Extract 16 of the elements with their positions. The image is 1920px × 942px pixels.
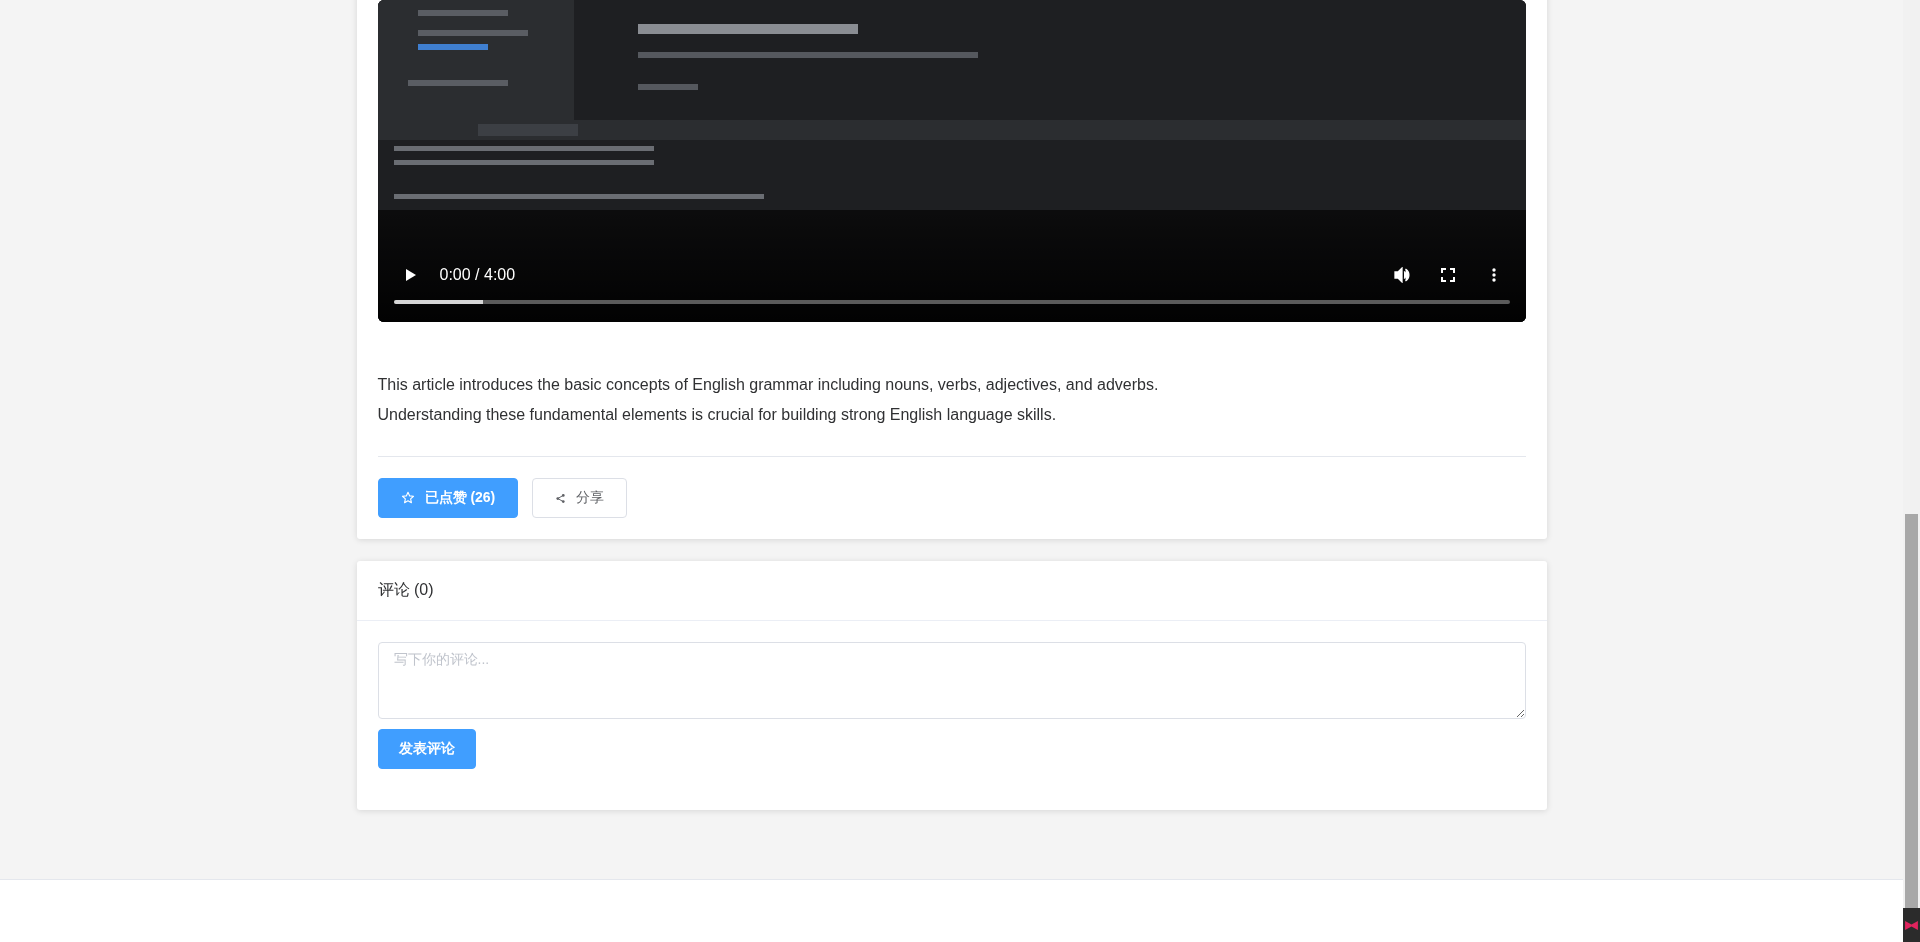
bowtie-icon (1904, 919, 1919, 931)
share-icon (555, 492, 567, 504)
star-icon (400, 491, 415, 505)
article-paragraph: Understanding these fundamental elements is crucial for building strong English language skills. (377, 405, 1058, 425)
fullscreen-icon[interactable] (1439, 267, 1456, 283)
article-paragraph: This article introduces the basic concepts of English grammar including nouns, verbs, adjectives, and adverbs. (377, 375, 1160, 395)
video-time: 0:00 / 4:00 (439, 266, 516, 284)
post-comment-button[interactable]: 发表评论 (377, 729, 476, 769)
share-button[interactable]: 分享 (532, 478, 628, 518)
corner-badge[interactable] (1903, 908, 1920, 942)
progress-bar[interactable] (393, 300, 1510, 304)
comments-title: 评论 (0) (377, 580, 434, 600)
like-button[interactable]: 已点赞 (26) (377, 478, 519, 518)
comment-input[interactable]: 写下你的评论... (377, 642, 1526, 719)
volume-icon[interactable] (1393, 267, 1410, 283)
scrollbar-thumb[interactable] (1905, 514, 1918, 908)
